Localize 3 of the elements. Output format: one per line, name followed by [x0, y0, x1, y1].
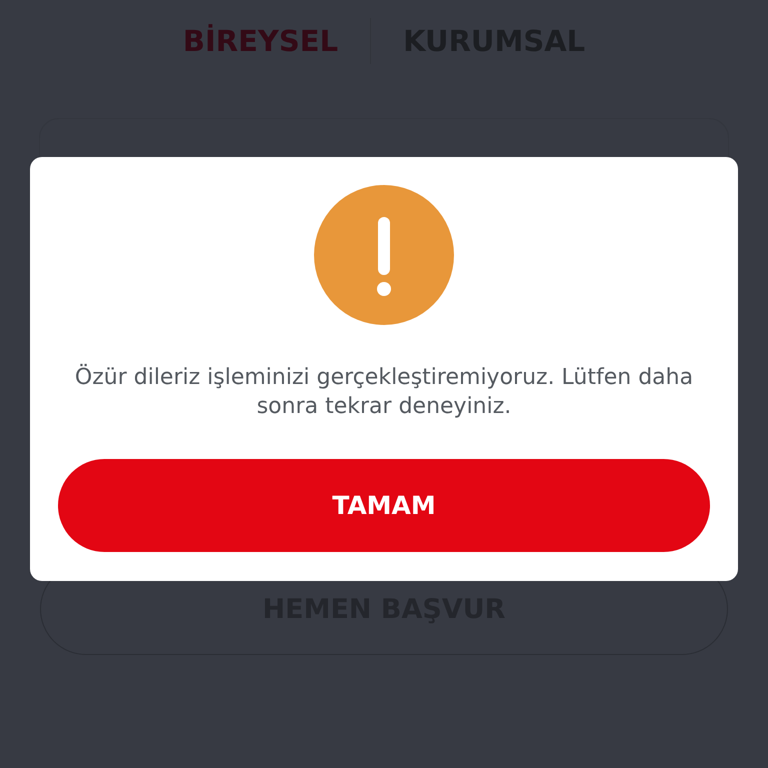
error-message: Özür dileriz işleminizi gerçekleştiremiyoruz. Lütfen daha sonra tekrar deneyiniz. [74, 363, 694, 421]
warning-icon [314, 185, 454, 325]
ok-button[interactable]: TAMAM [58, 459, 710, 552]
